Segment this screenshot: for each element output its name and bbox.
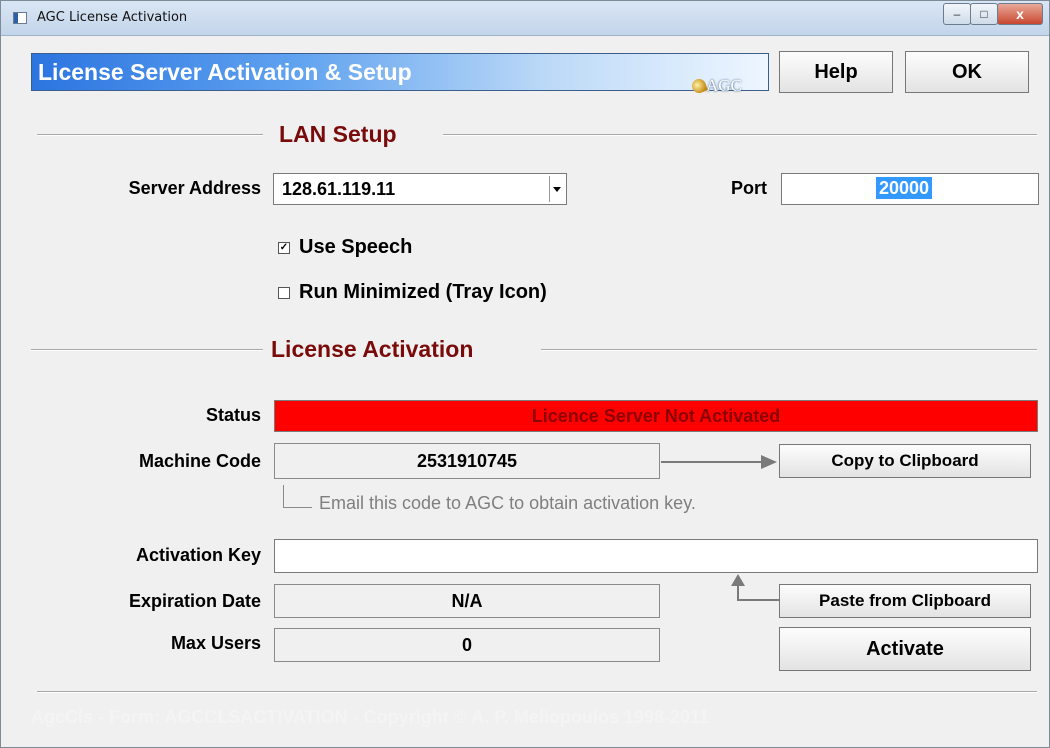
expiration-date-label: Expiration Date	[128, 591, 261, 611]
app-window-icon	[13, 12, 27, 24]
lan-divider-right	[443, 134, 1037, 136]
copy-arrow-line	[661, 461, 761, 463]
banner-title: License Server Activation & Setup	[38, 59, 412, 85]
port-label: Port	[731, 178, 767, 198]
activation-window: AGC License Activation – □ x License Ser…	[0, 0, 1050, 748]
server-address-combobox[interactable]: 128.61.119.11	[273, 173, 567, 205]
title-bar[interactable]: AGC License Activation – □ x	[1, 1, 1049, 36]
license-divider-left	[31, 349, 263, 351]
window-title: AGC License Activation	[37, 10, 188, 25]
checkmark-icon: ✓	[278, 241, 290, 254]
machine-code-field: 2531910745	[274, 443, 660, 479]
license-activation-title: License Activation	[271, 336, 474, 362]
server-address-value: 128.61.119.11	[282, 179, 396, 199]
header-banner: License Server Activation & Setup AGC	[31, 53, 769, 95]
activation-key-label: Activation Key	[135, 545, 261, 565]
ok-button[interactable]: OK	[905, 51, 1029, 93]
window-controls: – □ x	[943, 3, 1043, 25]
copy-to-clipboard-button[interactable]: Copy to Clipboard	[779, 444, 1031, 478]
run-minimized-checkbox[interactable]: Run Minimized (Tray Icon)	[278, 281, 547, 304]
use-speech-label: Use Speech	[299, 236, 413, 258]
footer-divider	[37, 691, 1037, 693]
activation-key-input[interactable]	[274, 539, 1038, 573]
lan-setup-title: LAN Setup	[279, 121, 397, 147]
activate-button[interactable]: Activate	[779, 627, 1031, 671]
lan-divider-left	[37, 134, 263, 136]
chevron-down-icon[interactable]	[549, 176, 564, 202]
arrow-right-icon	[761, 455, 777, 469]
max-users-label: Max Users	[170, 633, 261, 653]
paste-arrow-horizontal	[737, 599, 779, 601]
port-value: 20000	[876, 177, 933, 199]
status-label: Status	[205, 405, 261, 425]
machine-code-label: Machine Code	[138, 451, 261, 471]
maximize-button[interactable]: □	[970, 3, 998, 25]
copyright-footer: AgcCls - Form: AGCCLSACTIVATION - Copyri…	[31, 707, 710, 727]
server-address-label: Server Address	[128, 178, 261, 198]
run-minimized-label: Run Minimized (Tray Icon)	[299, 281, 547, 303]
logo-text: AGC	[706, 76, 742, 95]
max-users-field: 0	[274, 628, 660, 662]
paste-from-clipboard-button[interactable]: Paste from Clipboard	[779, 584, 1031, 618]
email-hint-text: Email this code to AGC to obtain activat…	[319, 493, 696, 513]
unchecked-box-icon	[278, 286, 290, 299]
close-button[interactable]: x	[997, 3, 1043, 25]
use-speech-checkbox[interactable]: ✓ Use Speech	[278, 236, 412, 259]
port-input[interactable]: 20000	[781, 173, 1039, 205]
expiration-date-field: N/A	[274, 584, 660, 618]
help-button[interactable]: Help	[779, 51, 893, 93]
hint-connector	[283, 485, 312, 508]
status-field: Licence Server Not Activated	[274, 400, 1038, 432]
minimize-button[interactable]: –	[943, 3, 971, 25]
agc-logo: AGC	[690, 76, 772, 96]
license-divider-right	[541, 349, 1037, 351]
